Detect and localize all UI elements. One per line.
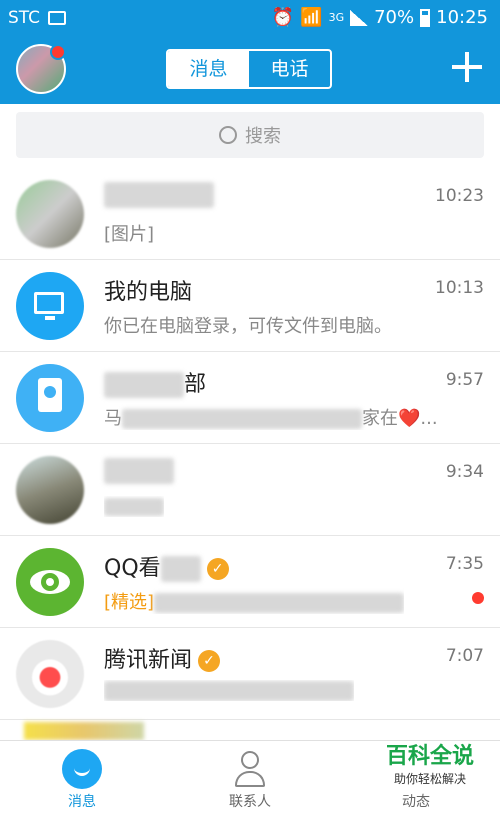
chat-time: 10:23 [435,186,484,206]
search-icon [219,126,237,144]
chat-message [104,680,354,701]
chat-name-text: 腾讯新闻 [104,648,193,673]
chat-name [104,458,174,484]
chat-message-end: 家在❤️... [362,408,438,429]
watermark-subtitle: 助你轻松解决 [393,772,466,786]
chat-avatar [24,722,144,740]
alarm-icon: ⏰ [271,7,295,28]
chat-row-partial[interactable] [0,720,500,740]
chat-row[interactable]: 腾讯新闻 ✓ 7:07 [0,628,500,720]
chat-avatar [16,180,84,248]
group-avatar [16,364,84,432]
tab-bar-moments-label: 动态 [402,794,430,810]
tab-calls[interactable]: 电话 [249,51,330,87]
watermark-title: 百科全说 [385,744,474,769]
status-bar: STC ⏰ 📶 3G 70% 10:25 [0,0,500,36]
chat-name: 腾讯新闻 ✓ [104,642,221,674]
chat-row[interactable]: QQ看 ✓ [精选] 7:35 [0,536,500,628]
news-avatar [16,640,84,708]
chat-message [104,496,164,517]
plus-icon[interactable] [452,52,482,82]
chat-name: 我的电脑 [104,280,193,305]
carrier-label: STC [8,8,41,28]
network-type-label: 3G [328,11,345,24]
chat-message: [精选] [104,588,405,614]
chat-name-text: 部 [184,372,207,397]
chat-message: 你已在电脑登录，可传文件到电脑。 [104,316,392,337]
chat-message: [图片] [104,224,155,245]
chat-message-start: 马 [104,408,122,429]
search-placeholder: 搜索 [245,126,281,147]
chat-time: 7:35 [445,554,484,574]
signal-icon [350,9,369,26]
verified-icon: ✓ [198,650,221,672]
chat-name: QQ看 ✓ [104,550,229,582]
top-bar: 消息 电话 [0,36,500,104]
battery-percent: 70% [374,7,415,28]
clock: 10:25 [436,7,488,28]
tab-messages[interactable]: 消息 [168,51,249,87]
notification-dot [50,44,66,60]
tab-bar-messages-label: 消息 [68,794,96,810]
watermark-logo: 百科全说 助你轻松解决 [360,738,500,787]
search-area: 搜索 [0,104,500,168]
chat-row[interactable]: 9:34 [0,444,500,536]
battery-icon [420,8,431,27]
chat-bubble-icon [62,749,102,789]
chat-time: 9:57 [445,370,484,390]
segmented-control: 消息 电话 [166,49,332,89]
profile-avatar[interactable] [16,44,66,94]
tab-bar-contacts[interactable]: 联系人 [190,741,310,815]
tab-bar-messages[interactable]: 消息 [22,741,142,815]
person-icon [230,749,270,789]
chat-row[interactable]: 我的电脑 你已在电脑登录，可传文件到电脑。 10:13 [0,260,500,352]
chat-row[interactable]: 部 马 家在❤️... 9:57 [0,352,500,444]
chat-time: 10:13 [435,278,484,298]
chat-name [104,182,214,208]
search-input[interactable]: 搜索 [16,112,484,158]
featured-tag: [精选] [104,592,155,613]
chat-message: 马 家在❤️... [104,404,438,430]
wifi-icon: 📶 [300,7,323,28]
eye-icon [16,548,84,616]
unread-dot [472,592,484,604]
chat-time: 7:07 [445,646,484,666]
verified-icon: ✓ [206,558,229,580]
computer-icon [16,272,84,340]
chat-row[interactable]: [图片] 10:23 [0,168,500,260]
chat-avatar [16,456,84,524]
tab-bar-contacts-label: 联系人 [229,794,271,810]
chat-name-text: QQ看 [104,556,161,581]
gallery-icon [48,11,67,25]
chat-name: 部 [104,366,206,398]
chat-time: 9:34 [445,462,484,482]
